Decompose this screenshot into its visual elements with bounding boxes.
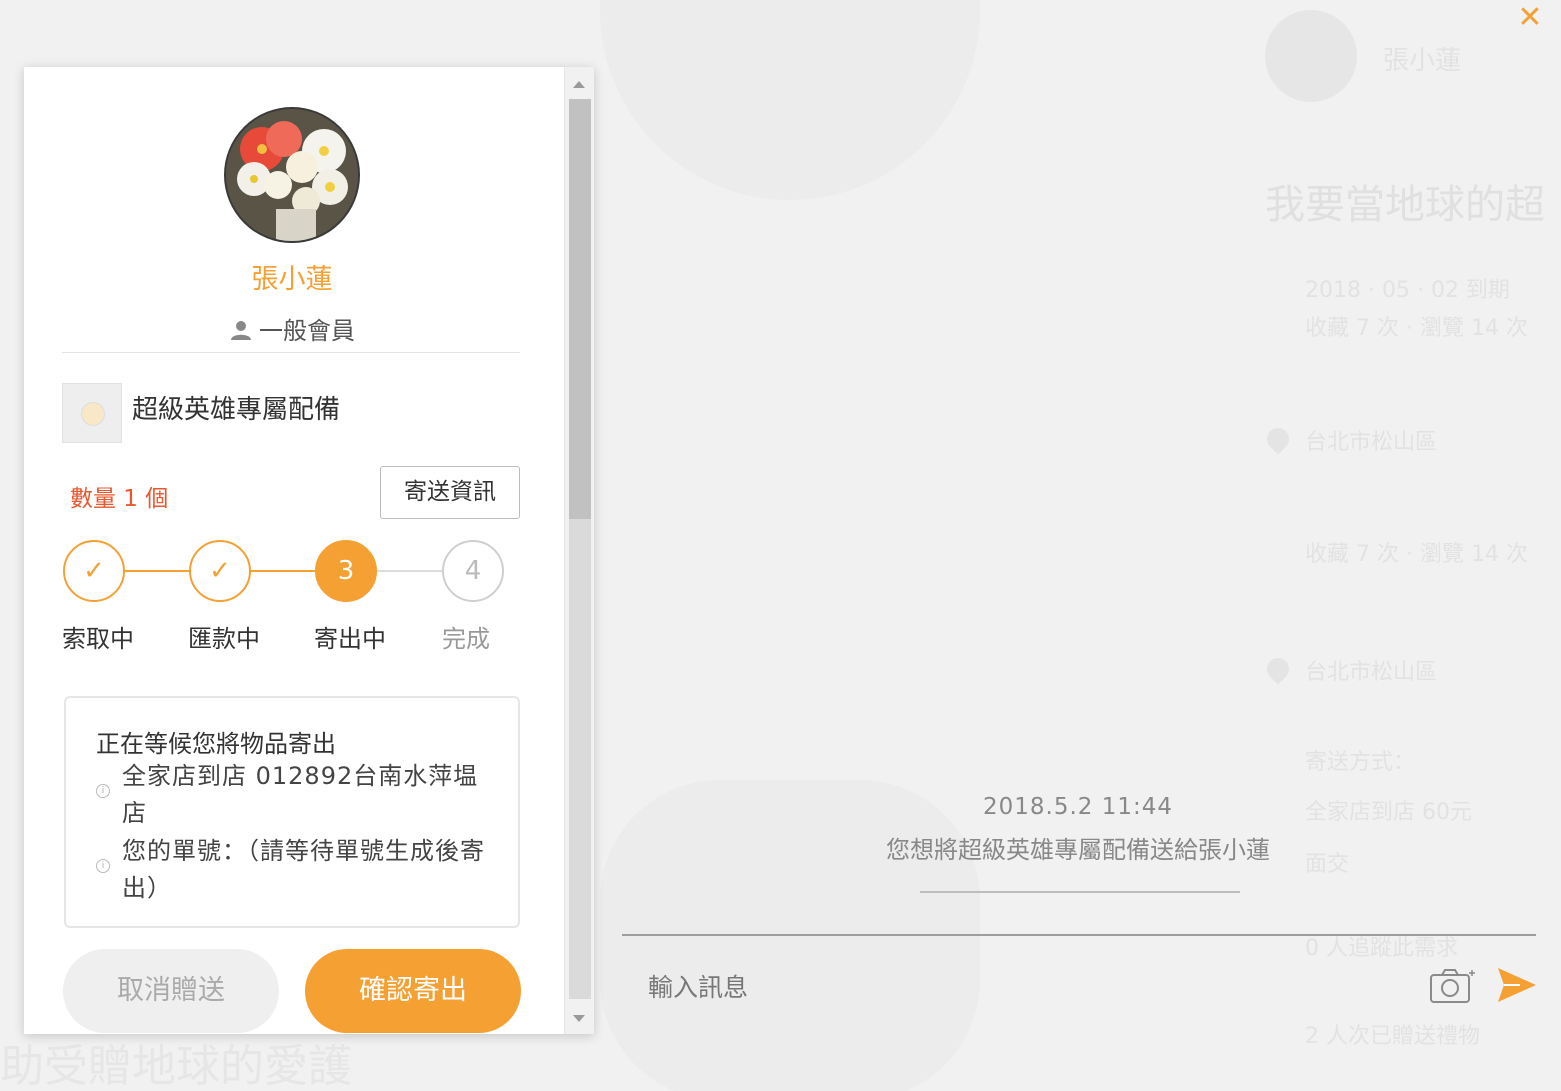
scroll-up-arrow-icon[interactable] <box>573 81 585 88</box>
background-item-title: 我要當地球的超 <box>1265 182 1545 228</box>
step-2-label: 匯款中 <box>188 625 260 653</box>
background-item-detail: 張小蓮 我要當地球的超 2018 · 05 · 02 到期 收藏 7 次 · 瀏… <box>1245 0 1561 1091</box>
chat-separator <box>920 891 1240 893</box>
order-number-text: 您的單號：（請等待單號生成後寄出） <box>122 837 485 902</box>
store-info-text: 全家店到店 012892台南水萍塭店 <box>122 762 479 827</box>
background-line: 寄送方式： <box>1305 750 1416 775</box>
background-decoration <box>600 0 980 200</box>
background-banner-text: 助受贈地球的愛護 <box>0 1041 352 1091</box>
store-info: i 全家店到店 012892台南水萍塭店 <box>96 758 496 832</box>
member-level: 一般會員 <box>24 311 560 346</box>
background-line: 收藏 7 次 · 瀏覽 14 次 <box>1305 542 1528 567</box>
step-3-indicator: 3 <box>315 540 377 602</box>
info-icon: i <box>96 859 110 873</box>
location-pin-icon <box>1262 653 1294 685</box>
camera-icon[interactable] <box>1428 966 1478 1006</box>
background-line: 2 人次已贈送禮物 <box>1305 1024 1480 1049</box>
background-line: 台北市松山區 <box>1305 430 1438 455</box>
flower-bouquet-icon <box>226 109 358 241</box>
background-line: 台北市松山區 <box>1305 660 1438 685</box>
scrollbar-thumb[interactable] <box>569 99 591 519</box>
step-connector <box>124 570 190 572</box>
step-4-indicator: 4 <box>442 540 504 602</box>
item-logo-icon <box>81 402 105 426</box>
shipping-info-button[interactable]: 寄送資訊 <box>380 466 520 519</box>
close-icon[interactable]: ✕ <box>1514 2 1546 34</box>
person-icon <box>231 321 251 340</box>
chat-timestamp: 2018.5.2 11:44 <box>982 794 1173 820</box>
status-title: 正在等候您將物品寄出 <box>96 730 336 758</box>
cancel-gift-button[interactable]: 取消贈送 <box>63 949 279 1033</box>
step-connector <box>376 570 442 572</box>
avatar <box>224 107 360 243</box>
user-name: 張小蓮 <box>251 264 333 295</box>
background-line: 2018 · 05 · 02 到期 <box>1305 278 1510 303</box>
input-divider <box>622 934 1536 936</box>
location-pin-icon <box>1262 423 1294 455</box>
item-thumbnail <box>62 383 122 443</box>
scroll-down-arrow-icon[interactable] <box>573 1015 585 1022</box>
step-connector <box>250 570 316 572</box>
member-level-label: 一般會員 <box>259 317 355 345</box>
item-title: 超級英雄專屬配備 <box>132 395 341 425</box>
step-2-indicator: ✓ <box>189 540 251 602</box>
message-input[interactable] <box>648 962 1408 1012</box>
order-number-info: i 您的單號：（請等待單號生成後寄出） <box>96 833 496 907</box>
step-1-indicator: ✓ <box>63 540 125 602</box>
divider <box>62 352 520 353</box>
confirm-ship-button[interactable]: 確認寄出 <box>305 949 521 1033</box>
chat-system-message: 您想將超級英雄專屬配備送給張小蓮 <box>886 836 1270 864</box>
background-user-name: 張小蓮 <box>1383 46 1462 76</box>
scrollbar[interactable] <box>564 67 594 1034</box>
background-line: 收藏 7 次 · 瀏覽 14 次 <box>1305 316 1528 341</box>
gift-detail-panel: 張小蓮 一般會員 超級英雄專屬配備 數量 1 個 寄送資訊 ✓ ✓ 3 4 索取… <box>24 67 594 1034</box>
quantity-text: 數量 1 個 <box>70 486 169 512</box>
step-4-label: 完成 <box>442 625 490 653</box>
step-3-label: 寄出中 <box>314 625 386 653</box>
background-avatar <box>1265 10 1357 102</box>
scrollbar-track[interactable] <box>569 519 591 999</box>
send-icon[interactable] <box>1496 964 1538 1006</box>
shipping-status-box: 正在等候您將物品寄出 i 全家店到店 012892台南水萍塭店 i 您的單號：（… <box>64 696 520 928</box>
step-1-label: 索取中 <box>62 625 134 653</box>
info-icon: i <box>96 784 110 798</box>
